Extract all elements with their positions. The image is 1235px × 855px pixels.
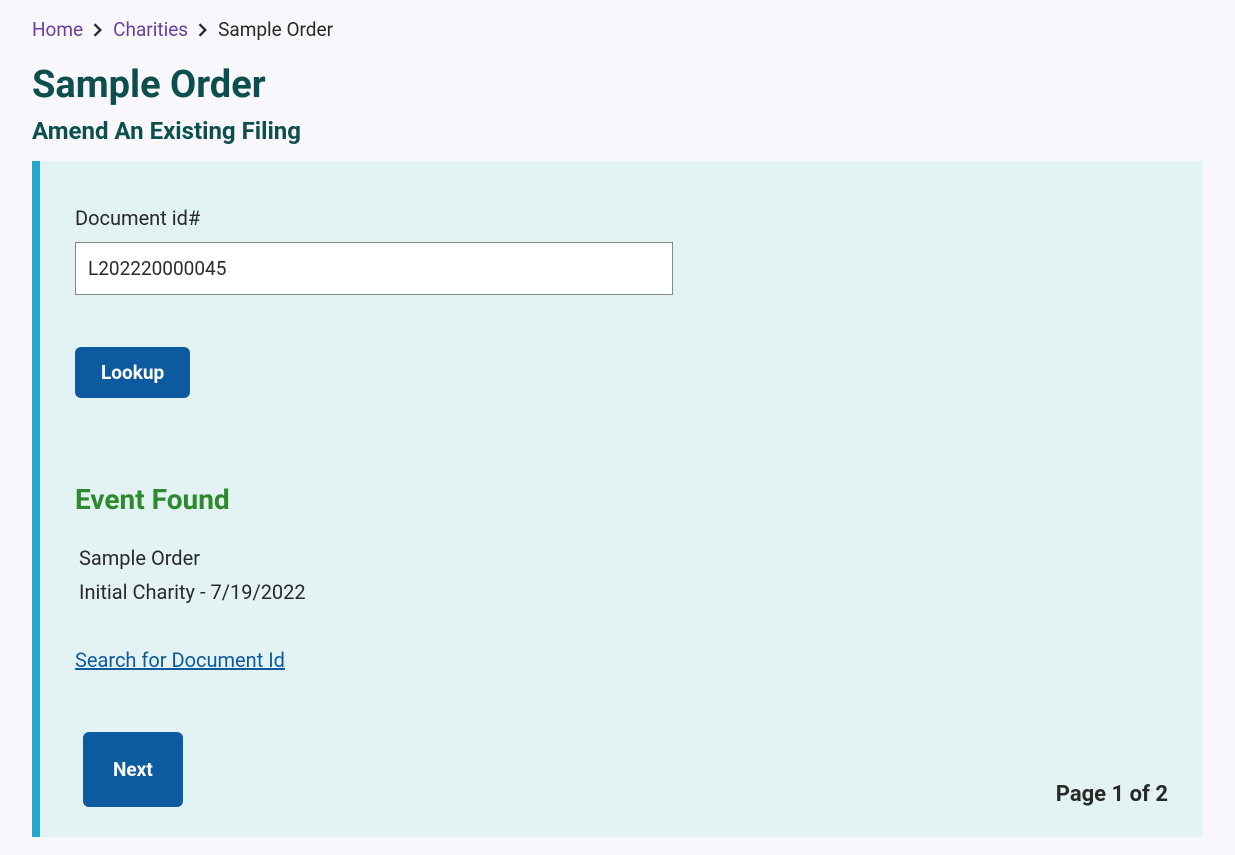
chevron-right-icon — [93, 23, 103, 37]
event-line-1: Sample Order — [75, 546, 1168, 570]
breadcrumb-charities-link[interactable]: Charities — [113, 18, 188, 41]
page-subtitle: Amend An Existing Filing — [32, 117, 1203, 145]
page-title: Sample Order — [32, 63, 1203, 107]
document-id-input[interactable] — [75, 242, 673, 295]
search-document-id-link[interactable]: Search for Document Id — [75, 648, 285, 672]
chevron-right-icon — [198, 23, 208, 37]
event-line-2: Initial Charity - 7/19/2022 — [75, 580, 1168, 604]
lookup-button[interactable]: Lookup — [75, 347, 190, 398]
breadcrumb-current: Sample Order — [218, 18, 333, 41]
document-id-label: Document id# — [75, 206, 1168, 230]
next-button[interactable]: Next — [83, 732, 183, 807]
breadcrumb-home-link[interactable]: Home — [32, 18, 83, 41]
page-indicator: Page 1 of 2 — [1056, 782, 1168, 807]
breadcrumb: Home Charities Sample Order — [32, 18, 1203, 41]
event-found-heading: Event Found — [75, 483, 1168, 516]
form-panel: Document id# Lookup Event Found Sample O… — [32, 161, 1203, 837]
